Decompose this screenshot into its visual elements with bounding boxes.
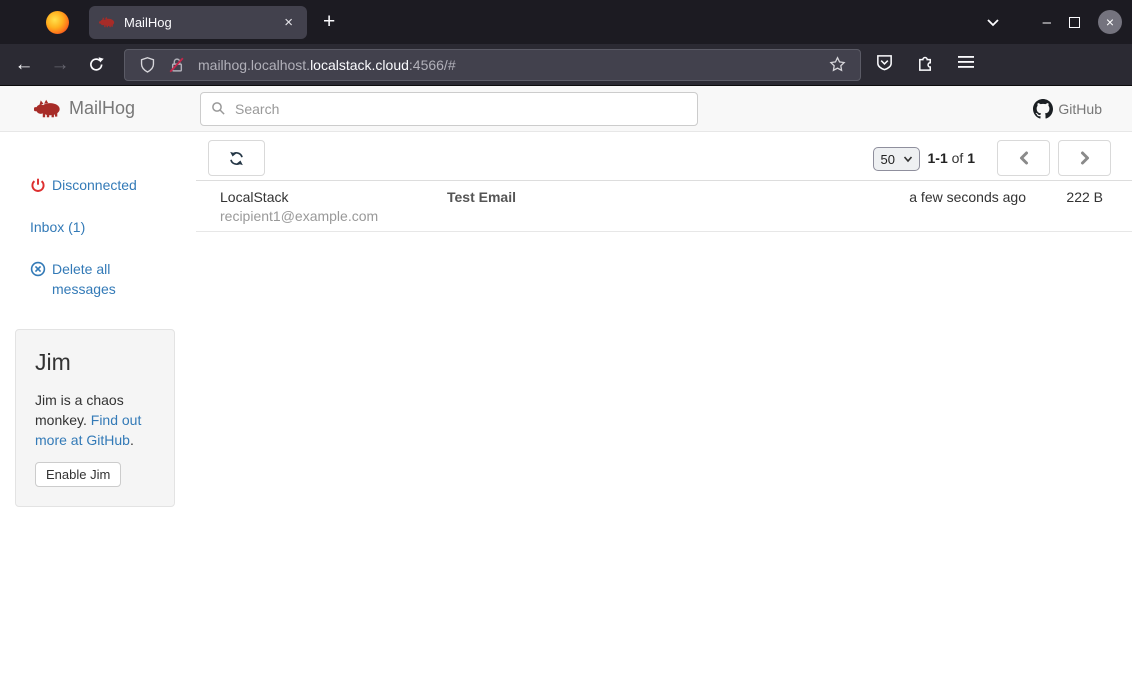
brand-title: MailHog <box>69 98 135 119</box>
search-box <box>200 92 698 126</box>
message-size: 222 B <box>1026 188 1103 207</box>
mailhog-favicon-pig-icon <box>99 16 115 28</box>
insecure-lock-icon[interactable] <box>168 56 186 74</box>
jim-period: . <box>130 432 134 448</box>
range-total: 1 <box>967 150 975 166</box>
url-text: mailhog.localhost.localstack.cloud:4566/… <box>198 57 456 73</box>
tracking-protection-shield-icon[interactable] <box>139 56 156 74</box>
browser-titlebar: MailHog × + – × <box>0 0 1132 44</box>
delete-all-label: Delete all messages <box>52 259 164 299</box>
account-badge-icon[interactable] <box>875 53 894 77</box>
range-of: of <box>952 150 964 166</box>
sidebar-item-delete-all[interactable]: Delete all messages <box>30 259 196 299</box>
message-list-pane: 50 1-1 of 1 LocalStack recipient1@exam <box>196 132 1132 693</box>
range-current: 1-1 <box>928 150 948 166</box>
jim-description: Jim is a chaos monkey. Find out more at … <box>35 390 155 450</box>
bookmark-star-icon[interactable] <box>829 56 846 73</box>
app-header: MailHog GitHub <box>0 86 1132 132</box>
sidebar-item-inbox[interactable]: Inbox (1) <box>30 217 196 237</box>
message-row[interactable]: LocalStack recipient1@example.com Test E… <box>196 181 1132 232</box>
forward-button: → <box>44 51 76 79</box>
search-icon <box>211 101 226 116</box>
tab-close-icon[interactable]: × <box>280 14 297 31</box>
jim-title: Jim <box>35 349 155 376</box>
select-chevron-down-icon <box>903 154 913 164</box>
sidebar-item-disconnected[interactable]: Disconnected <box>30 175 196 195</box>
page-size-value: 50 <box>881 152 895 167</box>
page-layout: Disconnected Inbox (1) Delete all messag… <box>0 132 1132 693</box>
sidebar: Disconnected Inbox (1) Delete all messag… <box>0 132 196 693</box>
browser-nav-toolbar: ← → mailhog.localhost.localstack.cloud:4… <box>0 44 1132 86</box>
minimize-button[interactable]: – <box>1043 14 1051 31</box>
list-toolbar: 50 1-1 of 1 <box>196 132 1132 181</box>
message-subject: Test Email <box>447 188 846 207</box>
page-size-select[interactable]: 50 <box>873 147 920 171</box>
prev-page-button[interactable] <box>997 140 1050 176</box>
inbox-label: Inbox (1) <box>30 217 85 237</box>
mailhog-pig-icon <box>34 99 61 118</box>
delete-circle-x-icon <box>30 261 46 277</box>
extensions-puzzle-icon[interactable] <box>916 53 935 77</box>
github-label: GitHub <box>1058 101 1102 117</box>
refresh-icon <box>228 150 245 167</box>
url-domain: localstack.cloud <box>310 57 409 73</box>
mailhog-brand-link[interactable]: MailHog <box>34 98 135 119</box>
url-prefix: mailhog.localhost. <box>198 57 310 73</box>
tab-title: MailHog <box>124 15 280 30</box>
enable-jim-button[interactable]: Enable Jim <box>35 462 121 487</box>
firefox-icon <box>46 11 69 34</box>
chevron-right-icon <box>1078 150 1092 166</box>
next-page-button[interactable] <box>1058 140 1111 176</box>
reload-button[interactable] <box>80 51 112 79</box>
message-time: a few seconds ago <box>846 188 1026 207</box>
refresh-button[interactable] <box>208 140 265 176</box>
power-off-icon <box>30 177 46 194</box>
new-tab-button[interactable]: + <box>323 10 335 34</box>
url-suffix: :4566/# <box>409 57 456 73</box>
github-link[interactable]: GitHub <box>1033 86 1102 132</box>
url-bar[interactable]: mailhog.localhost.localstack.cloud:4566/… <box>124 49 861 81</box>
search-input[interactable] <box>200 92 698 126</box>
github-octocat-icon <box>1033 99 1053 119</box>
message-from-block: LocalStack recipient1@example.com <box>220 188 447 226</box>
close-window-button[interactable]: × <box>1098 10 1122 34</box>
jim-panel: Jim Jim is a chaos monkey. Find out more… <box>15 329 175 507</box>
message-recipient: recipient1@example.com <box>220 207 447 226</box>
pagination-range: 1-1 of 1 <box>928 150 976 166</box>
disconnected-label: Disconnected <box>52 175 137 195</box>
back-button[interactable]: ← <box>8 51 40 79</box>
chevron-left-icon <box>1017 150 1031 166</box>
message-sender: LocalStack <box>220 188 447 207</box>
list-all-tabs-button[interactable] <box>985 14 1001 30</box>
browser-tab-mailhog[interactable]: MailHog × <box>89 6 307 39</box>
chevron-down-icon <box>985 14 1001 30</box>
maximize-button[interactable] <box>1069 17 1080 28</box>
reload-icon <box>88 56 105 73</box>
hamburger-menu-icon[interactable] <box>957 54 975 75</box>
